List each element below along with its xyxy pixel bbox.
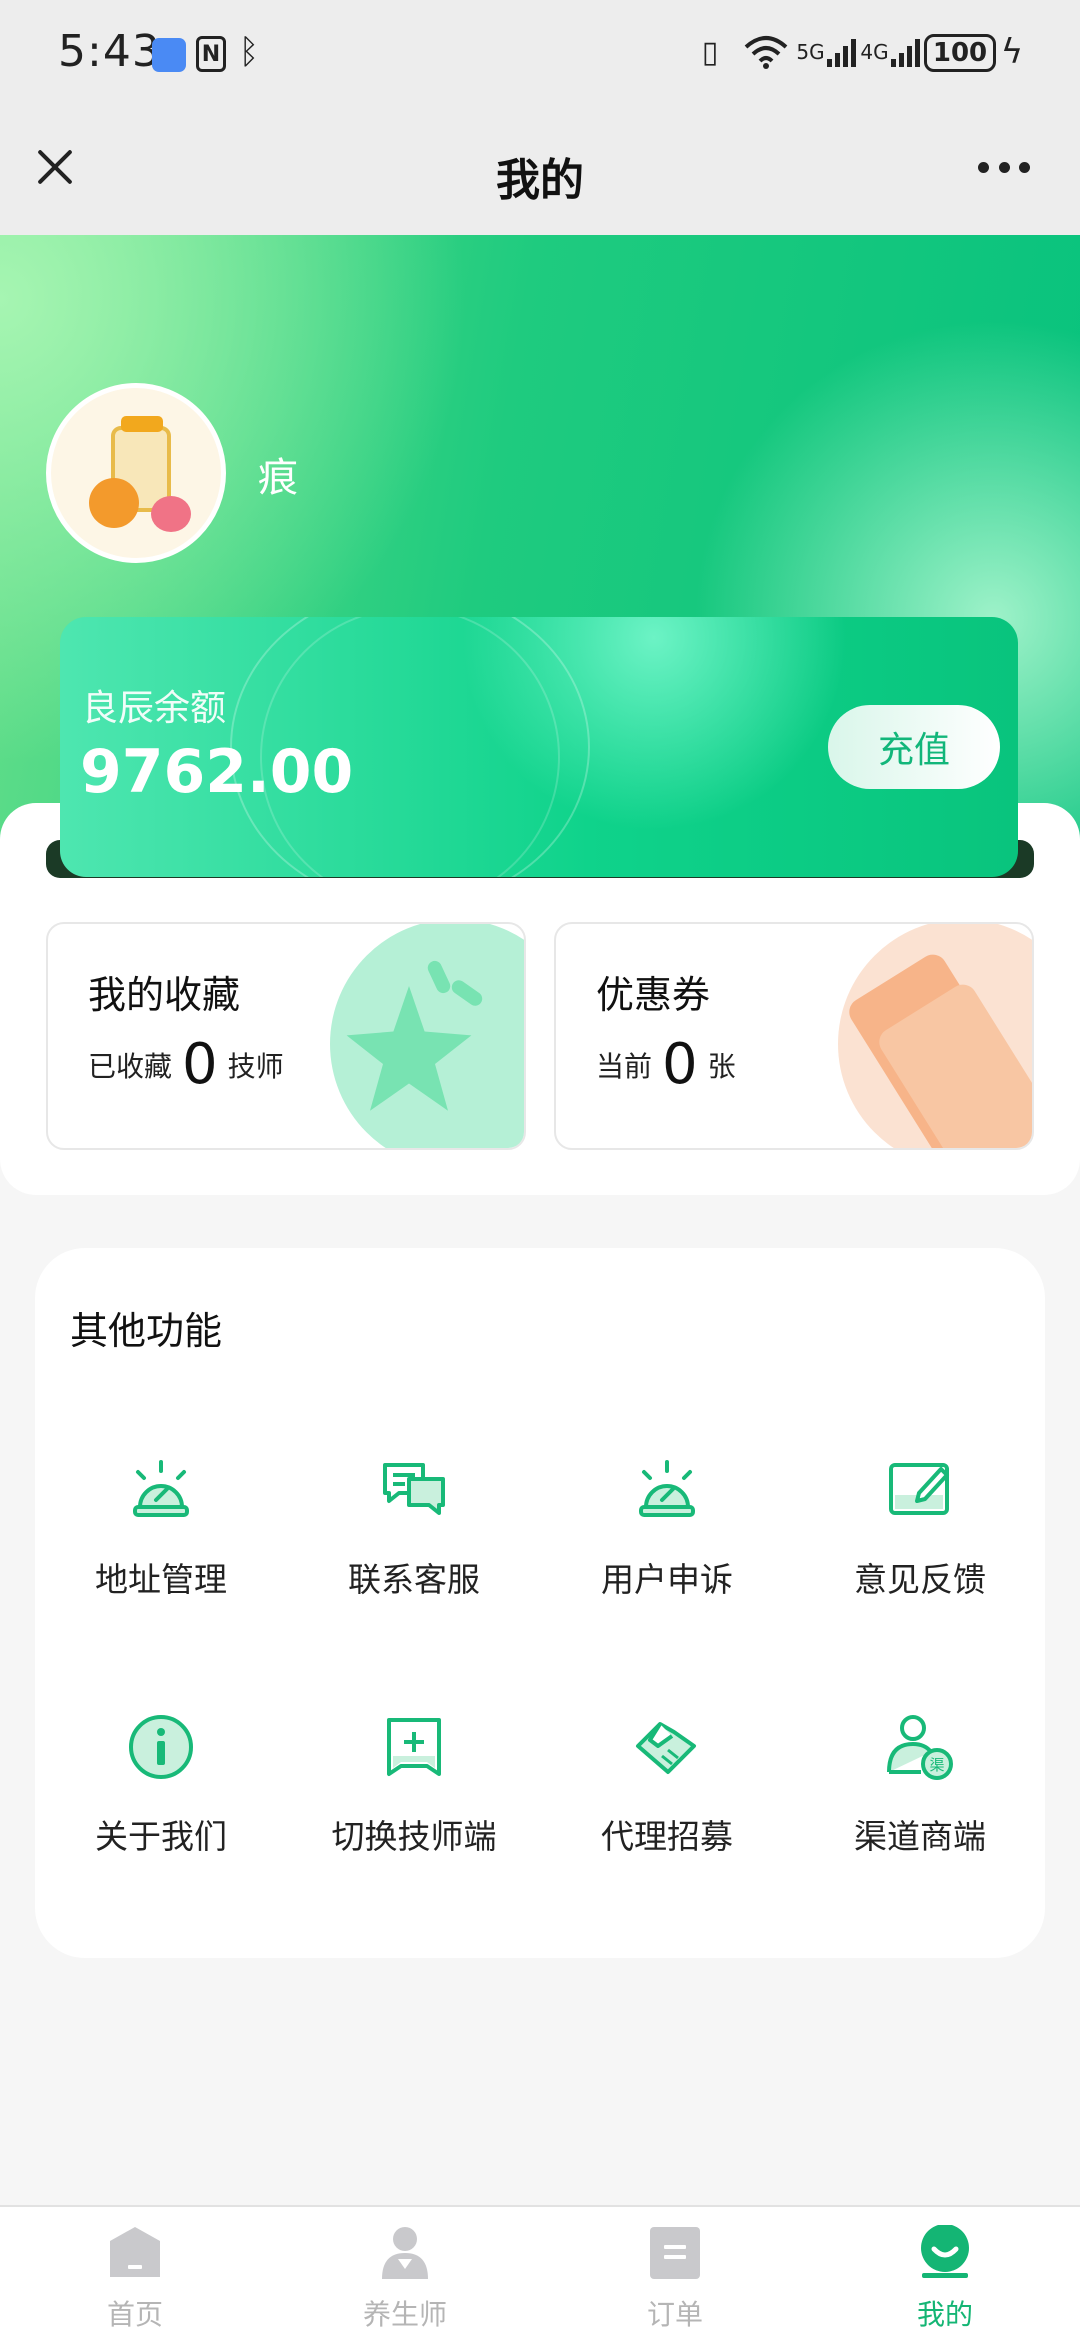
function-channel-partner[interactable]: 渠 渠道商端 bbox=[795, 1712, 1045, 1862]
username: 痕 bbox=[258, 455, 298, 501]
vibrate-icon: ▯ bbox=[701, 34, 719, 70]
favorites-prefix: 已收藏 bbox=[88, 1049, 173, 1083]
balance-label: 良辰余额 bbox=[82, 688, 227, 729]
battery-icon: 100 bbox=[924, 34, 996, 72]
orange-illustration bbox=[89, 478, 139, 528]
function-feedback[interactable]: 意见反馈 bbox=[795, 1455, 1045, 1605]
charging-icon: ϟ bbox=[1000, 32, 1024, 72]
coupons-prefix: 当前 bbox=[596, 1049, 653, 1083]
favorites-title: 我的收藏 bbox=[88, 973, 241, 1017]
profile-icon bbox=[921, 2225, 969, 2278]
jar-lid bbox=[121, 416, 163, 432]
function-agent-recruit[interactable]: 代理招募 bbox=[542, 1712, 792, 1862]
avatar[interactable] bbox=[46, 383, 226, 563]
page-title: 我的 bbox=[496, 155, 584, 206]
favorites-suffix: 技师 bbox=[227, 1049, 284, 1083]
coupons-stat: 当前 0 张 bbox=[596, 1032, 736, 1097]
tab-home[interactable]: 首页 bbox=[35, 2225, 235, 2335]
coupons-title: 优惠券 bbox=[596, 973, 711, 1017]
function-label: 地址管理 bbox=[95, 1560, 227, 1599]
signal-4g-label: 4G bbox=[860, 40, 889, 64]
nav-bar: 我的 bbox=[0, 110, 1080, 235]
alarm-icon bbox=[639, 1460, 695, 1517]
status-bar: 5:43 N ᛒ ▯ 5G 4G 100 ϟ bbox=[0, 0, 1080, 110]
order-icon bbox=[650, 2227, 700, 2279]
switch-icon bbox=[387, 1718, 441, 1776]
function-about-us[interactable]: 关于我们 bbox=[36, 1712, 286, 1862]
bottom-tab-bar: 首页 养生师 订单 我的 bbox=[0, 2205, 1080, 2340]
handshake-icon bbox=[636, 1722, 696, 1774]
function-label: 渠道商端 bbox=[854, 1817, 986, 1856]
therapist-icon bbox=[382, 2227, 428, 2279]
function-label: 联系客服 bbox=[348, 1560, 480, 1599]
more-options-icon[interactable] bbox=[978, 162, 1030, 178]
alarm-icon bbox=[133, 1460, 189, 1517]
function-label: 意见反馈 bbox=[854, 1560, 986, 1599]
status-time: 5:43 bbox=[58, 26, 161, 77]
recharge-button[interactable]: 充值 bbox=[828, 705, 1000, 789]
tab-profile[interactable]: 我的 bbox=[845, 2225, 1045, 2335]
tab-orders[interactable]: 订单 bbox=[575, 2225, 775, 2335]
usb-icon bbox=[152, 38, 186, 72]
tab-label: 养生师 bbox=[362, 2298, 447, 2331]
function-user-appeal[interactable]: 用户申诉 bbox=[542, 1455, 792, 1605]
function-label: 用户申诉 bbox=[601, 1560, 733, 1599]
favorites-count: 0 bbox=[182, 1032, 218, 1097]
tab-label: 订单 bbox=[646, 2298, 703, 2331]
chat-icon bbox=[383, 1463, 445, 1515]
battery-level: 100 bbox=[932, 38, 988, 68]
tab-label: 我的 bbox=[916, 2298, 973, 2331]
functions-title: 其他功能 bbox=[70, 1309, 223, 1353]
tab-therapist[interactable]: 养生师 bbox=[305, 2225, 505, 2335]
function-contact-support[interactable]: 联系客服 bbox=[289, 1455, 539, 1605]
info-icon bbox=[129, 1715, 193, 1779]
function-address-management[interactable]: 地址管理 bbox=[36, 1455, 286, 1605]
channel-user-icon: 渠 bbox=[887, 1715, 953, 1780]
wifi-icon bbox=[742, 32, 790, 72]
signal-5g-label: 5G bbox=[796, 40, 825, 64]
balance-amount: 9762.00 bbox=[80, 737, 354, 807]
coupons-count: 0 bbox=[662, 1032, 698, 1097]
signal-4g-icon: 4G bbox=[860, 32, 920, 72]
favorites-stat: 已收藏 0 技师 bbox=[88, 1032, 284, 1097]
edit-icon bbox=[889, 1463, 949, 1515]
coupons-suffix: 张 bbox=[707, 1049, 736, 1083]
bluetooth-icon: ᛒ bbox=[238, 32, 260, 72]
balance-card: 良辰余额 9762.00 充值 bbox=[60, 617, 1018, 877]
function-label: 切换技师端 bbox=[331, 1817, 497, 1856]
home-icon bbox=[110, 2227, 160, 2277]
coupons-card[interactable]: 优惠券 当前 0 张 bbox=[554, 922, 1034, 1150]
function-switch-therapist[interactable]: 切换技师端 bbox=[289, 1712, 539, 1862]
function-label: 代理招募 bbox=[601, 1817, 733, 1856]
signal-5g-icon: 5G bbox=[796, 32, 856, 72]
peach-illustration bbox=[151, 496, 191, 532]
nfc-icon: N bbox=[196, 36, 226, 72]
favorites-card[interactable]: 我的收藏 已收藏 0 技师 bbox=[46, 922, 526, 1150]
function-label: 关于我们 bbox=[95, 1817, 227, 1856]
svg-text:渠: 渠 bbox=[929, 1756, 944, 1774]
tab-label: 首页 bbox=[106, 2298, 163, 2331]
